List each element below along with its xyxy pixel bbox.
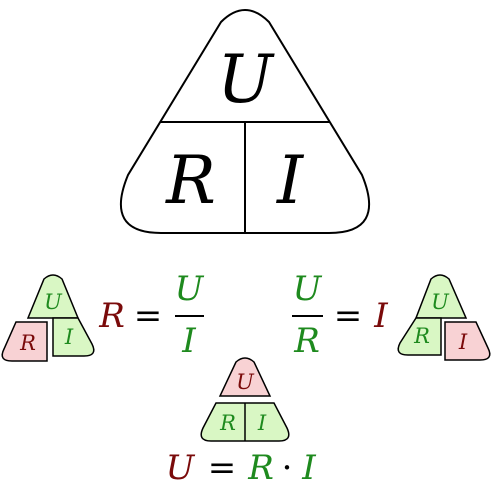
main-triangle-u: U [217,41,275,118]
triangle-find-i-r: R [413,324,430,348]
triangle-find-i-i: I [458,330,468,354]
formula-r-eq: = [134,296,163,336]
formula-r-lhs: R [98,296,125,336]
triangle-find-r-u: U [44,290,63,314]
triangle-find-u-r: R [219,411,236,435]
formula-r-denominator: I [181,321,196,361]
formula-r-numerator: U [175,269,205,309]
formula-i: U R = I [292,269,388,361]
main-triangle-i: I [276,142,305,219]
triangle-find-r: U R I [1,274,95,362]
triangle-find-r-r: R [19,331,36,355]
formula-i-denominator: R [293,321,320,361]
triangle-find-i-right [444,321,491,361]
triangle-find-r-right [52,317,95,357]
main-triangle: U R I [119,9,371,234]
formula-i-numerator: U [293,269,323,309]
triangle-find-r-i: I [64,325,74,349]
formula-u-i: I [301,448,316,488]
main-triangle-r: R [165,142,216,219]
formula-u-eq: = [208,448,237,488]
formula-i-eq: = [334,296,363,336]
formula-u-lhs: U [166,448,196,488]
triangle-find-i-u: U [431,290,450,314]
triangle-find-u-i: I [257,411,267,435]
formula-u-r: R [247,448,274,488]
ohms-law-diagram: U R I U R I R = U I U R = I U R I U R I … [1,9,491,488]
triangle-find-i: U R I [397,274,491,361]
triangle-find-u-u: U [236,370,255,394]
formula-u: U = R · I [166,448,317,488]
formula-i-rhs: I [373,296,388,336]
formula-u-dot: · [282,448,293,488]
formula-r: R = U I [98,269,204,361]
triangle-find-u: U R I [200,357,290,442]
